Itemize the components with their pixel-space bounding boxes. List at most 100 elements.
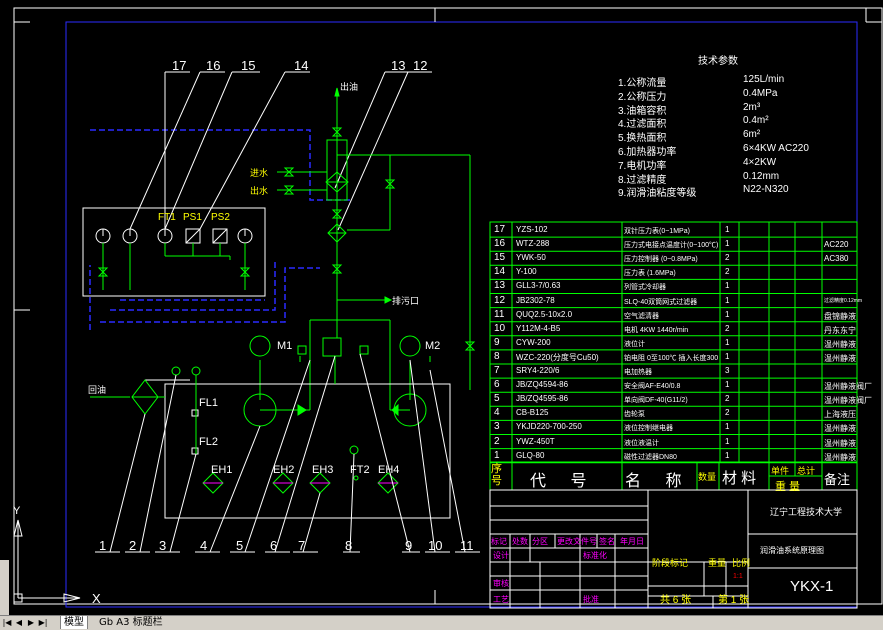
bom-code: JB/ZQ4594-86 bbox=[516, 380, 569, 390]
bom-code: JB2302-78 bbox=[516, 295, 555, 305]
ucs-y-label: Y bbox=[13, 505, 21, 517]
bom-name: 电加热器 bbox=[624, 369, 652, 376]
tech-param-label: 1.公称流量 bbox=[618, 78, 667, 89]
bom-remark: AC220 bbox=[824, 240, 849, 250]
label-drain: 排污口 bbox=[392, 296, 420, 306]
prev-tab-icon[interactable]: ◀ bbox=[14, 617, 24, 628]
bom-remark: 温州静液 bbox=[824, 424, 856, 434]
bom-qty: 1 bbox=[725, 422, 730, 432]
bom-no: 15 bbox=[494, 252, 506, 264]
callout-number: 5 bbox=[236, 538, 244, 553]
tech-param-label: 4.过滤面积 bbox=[618, 119, 667, 131]
tech-param-value: 0.4m² bbox=[743, 115, 769, 127]
tech-param-value: 6×4KW AC220 bbox=[743, 143, 809, 154]
bom-qty: 2 bbox=[725, 267, 730, 277]
bom-code: YZS-102 bbox=[516, 225, 548, 234]
drawing-number: YKX-1 bbox=[790, 578, 834, 595]
sheet-no: 第 1 张 bbox=[718, 595, 750, 606]
hdr-no: 序号 bbox=[491, 463, 502, 487]
bom-qty: 1 bbox=[725, 295, 730, 305]
callout-number: 9 bbox=[405, 538, 413, 553]
bom-remark: 过滤精度0.12mm bbox=[824, 297, 863, 304]
weight-label: 重量 bbox=[708, 558, 727, 568]
callout-number: 12 bbox=[413, 58, 428, 73]
bom-no: 5 bbox=[494, 393, 500, 405]
tb-signature: 签名 bbox=[599, 537, 615, 546]
tb-designer: 设计 bbox=[493, 551, 509, 560]
bom-qty: 2 bbox=[725, 253, 730, 263]
callout-number: 4 bbox=[200, 538, 208, 553]
sheets-total: 共 6 张 bbox=[660, 595, 692, 606]
label-ps1: PS1 bbox=[183, 212, 202, 223]
tech-param-value: N22-N320 bbox=[743, 184, 789, 196]
label-return-oil: 回油 bbox=[88, 385, 107, 395]
bom-qty: 1 bbox=[725, 436, 730, 446]
bom-name: 齿轮泵 bbox=[624, 411, 645, 419]
label-eh4: EH4 bbox=[378, 464, 400, 476]
bom-no: 17 bbox=[494, 224, 506, 235]
label-fl2: FL2 bbox=[199, 436, 218, 448]
bom-no: 7 bbox=[494, 365, 500, 376]
callout-number: 7 bbox=[298, 538, 306, 553]
tech-param-label: 2.公称压力 bbox=[618, 91, 667, 103]
tech-param-value: 0.4MPa bbox=[743, 87, 778, 99]
bom-name: 安全阀AF-E40/0.8 bbox=[624, 383, 681, 391]
tab-model[interactable]: 模型 bbox=[60, 616, 88, 629]
tech-param-value: 0.12mm bbox=[743, 170, 780, 182]
bom-name: 压力控制器 (0~0.8MPa) bbox=[624, 256, 698, 264]
tech-params-title: 技术参数 bbox=[698, 56, 738, 67]
bom-code: WZC-220(分度号Cu50) bbox=[516, 352, 599, 362]
hdr-unit: 单件 bbox=[771, 466, 790, 476]
tab-layout-a3[interactable]: Gb A3 标题栏 bbox=[96, 616, 166, 629]
vertical-scrollbar[interactable] bbox=[0, 560, 9, 615]
bom-no: 6 bbox=[494, 379, 500, 391]
label-oil-out: 出油 bbox=[340, 82, 359, 92]
tech-param-value: 6m² bbox=[743, 129, 761, 141]
bom-no: 3 bbox=[494, 421, 500, 433]
bom-code: YKJD220-700-250 bbox=[516, 422, 582, 432]
bom-remark: 温州静液阀厂 bbox=[824, 382, 872, 392]
bom-name: 磁性过滤器DN80 bbox=[624, 453, 677, 461]
bom-remark: 温州静液阀厂 bbox=[824, 396, 872, 406]
bom-qty: 1 bbox=[725, 450, 730, 460]
last-tab-icon[interactable]: ▶| bbox=[38, 617, 48, 628]
callout-number: 11 bbox=[460, 538, 474, 553]
hdr-code: 代 号 bbox=[530, 473, 597, 490]
callout-number: 10 bbox=[428, 538, 443, 553]
first-tab-icon[interactable]: |◀ bbox=[2, 617, 12, 628]
tb-process: 工艺 bbox=[493, 595, 509, 604]
tech-param-label: 8.过滤精度 bbox=[618, 174, 667, 186]
callout-number: 8 bbox=[345, 538, 353, 553]
tb-count: 处数 bbox=[512, 537, 528, 546]
tb-std: 标准化 bbox=[583, 551, 607, 560]
tb-check: 审核 bbox=[493, 579, 509, 588]
bom-qty: 2 bbox=[725, 394, 730, 404]
bom-name: 双针压力表(0~1MPa) bbox=[624, 228, 690, 235]
institution: 辽宁工程技术大学 bbox=[770, 507, 843, 517]
callout-number: 13 bbox=[391, 58, 406, 73]
bom-name: 列管式冷却器 bbox=[624, 284, 666, 292]
bom-no: 12 bbox=[494, 294, 506, 306]
bom-code: Y112M-4-B5 bbox=[516, 323, 561, 333]
ucs-x-label: X bbox=[92, 591, 101, 606]
label-eh3: EH3 bbox=[312, 464, 334, 476]
label-ft1: FT1 bbox=[158, 212, 176, 223]
bom-no: 10 bbox=[494, 322, 506, 334]
label-fl1: FL1 bbox=[199, 397, 218, 409]
callout-number: 1 bbox=[99, 538, 107, 553]
label-m2: M2 bbox=[425, 340, 441, 352]
bom-code: GLQ-80 bbox=[516, 450, 545, 460]
hdr-name: 名 称 bbox=[625, 473, 692, 490]
hdr-material: 材 料 bbox=[722, 470, 757, 487]
bom-code: YWK-50 bbox=[516, 253, 546, 263]
bom-qty: 1 bbox=[725, 337, 730, 347]
hdr-weight: 重 量 bbox=[775, 481, 801, 493]
callout-number: 6 bbox=[270, 538, 278, 553]
cad-model-space[interactable]: 技术参数 1.公称流量 125L/min 2.公称压力 0.4MPa 3.油箱容积 2m³… bbox=[0, 0, 883, 615]
bom-name: 液位液温计 bbox=[624, 439, 659, 447]
bom-remark: 温州静液 bbox=[824, 452, 856, 462]
scale-value: 1:1 bbox=[733, 573, 743, 580]
next-tab-icon[interactable]: ▶ bbox=[26, 617, 36, 628]
bom-qty: 1 bbox=[725, 281, 730, 291]
bom-no: 1 bbox=[494, 449, 500, 461]
